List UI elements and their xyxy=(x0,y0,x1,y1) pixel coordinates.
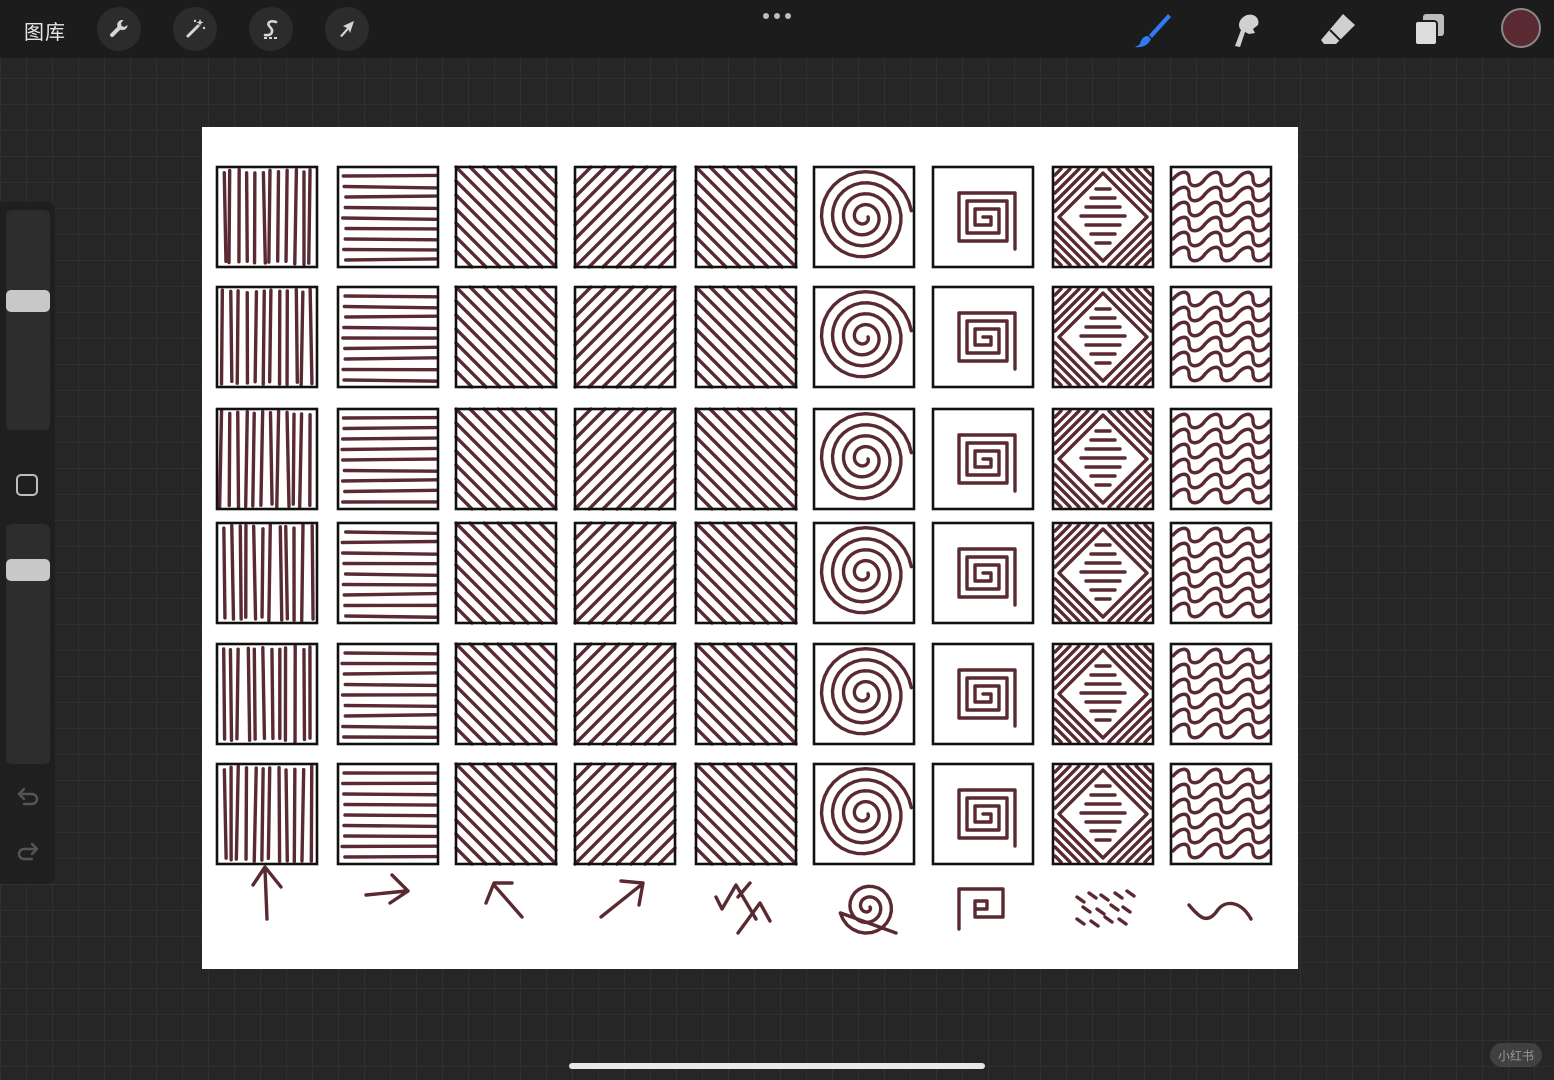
pattern-cell-spiral xyxy=(812,642,916,746)
pattern-cell-diagonal-backslash xyxy=(454,642,558,746)
pattern-cell-diagonal-slash xyxy=(573,407,677,511)
pattern-cell-diagonal-backslash xyxy=(694,762,798,866)
brush-size-thumb[interactable] xyxy=(6,289,50,312)
pattern-cell-vertical-lines xyxy=(215,521,319,625)
direction-hint-arrow-right xyxy=(364,873,410,905)
pattern-cell-horizontal-lines xyxy=(336,285,440,389)
pattern-cell-waves xyxy=(1169,642,1273,746)
pattern-cell-waves xyxy=(1169,521,1273,625)
pattern-cell-diagonal-slash xyxy=(573,285,677,389)
pattern-cell-square-spiral xyxy=(931,407,1035,511)
wrench-icon[interactable] xyxy=(97,7,141,51)
pattern-cell-vertical-lines xyxy=(215,642,319,746)
direction-hint-wave xyxy=(1187,901,1253,921)
pattern-cell-diamond xyxy=(1051,521,1155,625)
pattern-cell-diamond xyxy=(1051,165,1155,269)
pattern-cell-diagonal-slash xyxy=(573,642,677,746)
left-sidebar xyxy=(0,202,55,884)
home-indicator[interactable] xyxy=(569,1063,985,1069)
pattern-cell-spiral xyxy=(812,407,916,511)
pattern-cell-diamond xyxy=(1051,642,1155,746)
eraser-icon[interactable] xyxy=(1318,10,1358,50)
brush-size-slider[interactable] xyxy=(6,210,50,430)
pattern-cell-diagonal-backslash xyxy=(454,407,558,511)
pattern-cell-diagonal-backslash xyxy=(694,642,798,746)
pattern-cell-spiral xyxy=(812,762,916,866)
pattern-cell-diamond xyxy=(1051,762,1155,866)
pattern-cell-square-spiral xyxy=(931,165,1035,269)
pattern-cell-horizontal-lines xyxy=(336,407,440,511)
pattern-cell-diagonal-backslash xyxy=(454,521,558,625)
pattern-cell-horizontal-lines xyxy=(336,521,440,625)
pattern-cell-diamond xyxy=(1051,285,1155,389)
hatching-pattern-artwork xyxy=(215,165,1273,935)
arrow-cursor-icon[interactable] xyxy=(325,7,369,51)
opacity-thumb[interactable] xyxy=(6,558,50,581)
redo-icon[interactable] xyxy=(15,838,41,864)
watermark-logo: 小红书 xyxy=(1490,1043,1542,1067)
magic-wand-icon[interactable] xyxy=(173,7,217,51)
direction-hint-square-spiral xyxy=(957,887,1005,931)
pattern-cell-diagonal-slash xyxy=(573,165,677,269)
direction-hint-zigzag-arrows xyxy=(714,881,772,935)
pattern-cell-square-spiral xyxy=(931,642,1035,746)
pattern-cell-square-spiral xyxy=(931,521,1035,625)
top-toolbar: 图库 xyxy=(0,0,1554,58)
pattern-cell-diagonal-backslash xyxy=(694,407,798,511)
undo-icon[interactable] xyxy=(15,783,41,809)
selection-s-icon[interactable] xyxy=(249,7,293,51)
pattern-cell-horizontal-lines xyxy=(336,642,440,746)
direction-hint-spiral xyxy=(838,884,898,935)
direction-hint-arrow-up xyxy=(251,865,283,921)
pattern-cell-diagonal-backslash xyxy=(694,521,798,625)
pattern-cell-waves xyxy=(1169,407,1273,511)
pattern-cell-diamond xyxy=(1051,407,1155,511)
pattern-cell-spiral xyxy=(812,165,916,269)
pattern-cell-vertical-lines xyxy=(215,407,319,511)
ellipsis-icon[interactable] xyxy=(762,12,792,20)
modify-square-icon[interactable] xyxy=(16,474,38,496)
pattern-cell-square-spiral xyxy=(931,762,1035,866)
pattern-cell-square-spiral xyxy=(931,285,1035,389)
pattern-cell-diagonal-slash xyxy=(573,762,677,866)
pattern-cell-waves xyxy=(1169,165,1273,269)
color-swatch[interactable] xyxy=(1501,8,1541,48)
pattern-cell-vertical-lines xyxy=(215,285,319,389)
direction-hint-arrow-up-right xyxy=(599,879,645,919)
pattern-cell-diagonal-backslash xyxy=(454,762,558,866)
pattern-cell-diagonal-slash xyxy=(573,521,677,625)
pattern-cell-horizontal-lines xyxy=(336,762,440,866)
pattern-cell-waves xyxy=(1169,762,1273,866)
layers-icon[interactable] xyxy=(1410,10,1450,50)
pattern-cell-diagonal-backslash xyxy=(454,165,558,269)
pattern-cell-diagonal-backslash xyxy=(694,165,798,269)
pattern-cell-waves xyxy=(1169,285,1273,389)
gallery-button[interactable]: 图库 xyxy=(24,16,66,45)
pattern-cell-vertical-lines xyxy=(215,762,319,866)
pattern-cell-spiral xyxy=(812,521,916,625)
direction-hint-arrow-up-left xyxy=(484,881,524,919)
pattern-cell-vertical-lines xyxy=(215,165,319,269)
pattern-cell-diagonal-backslash xyxy=(694,285,798,389)
smudge-icon[interactable] xyxy=(1225,10,1265,50)
direction-hint-scatter-strokes xyxy=(1075,889,1136,928)
drawing-canvas[interactable] xyxy=(202,127,1298,969)
pattern-cell-diagonal-backslash xyxy=(454,285,558,389)
pattern-cell-horizontal-lines xyxy=(336,165,440,269)
brush-icon[interactable] xyxy=(1133,10,1173,50)
pattern-cell-spiral xyxy=(812,285,916,389)
